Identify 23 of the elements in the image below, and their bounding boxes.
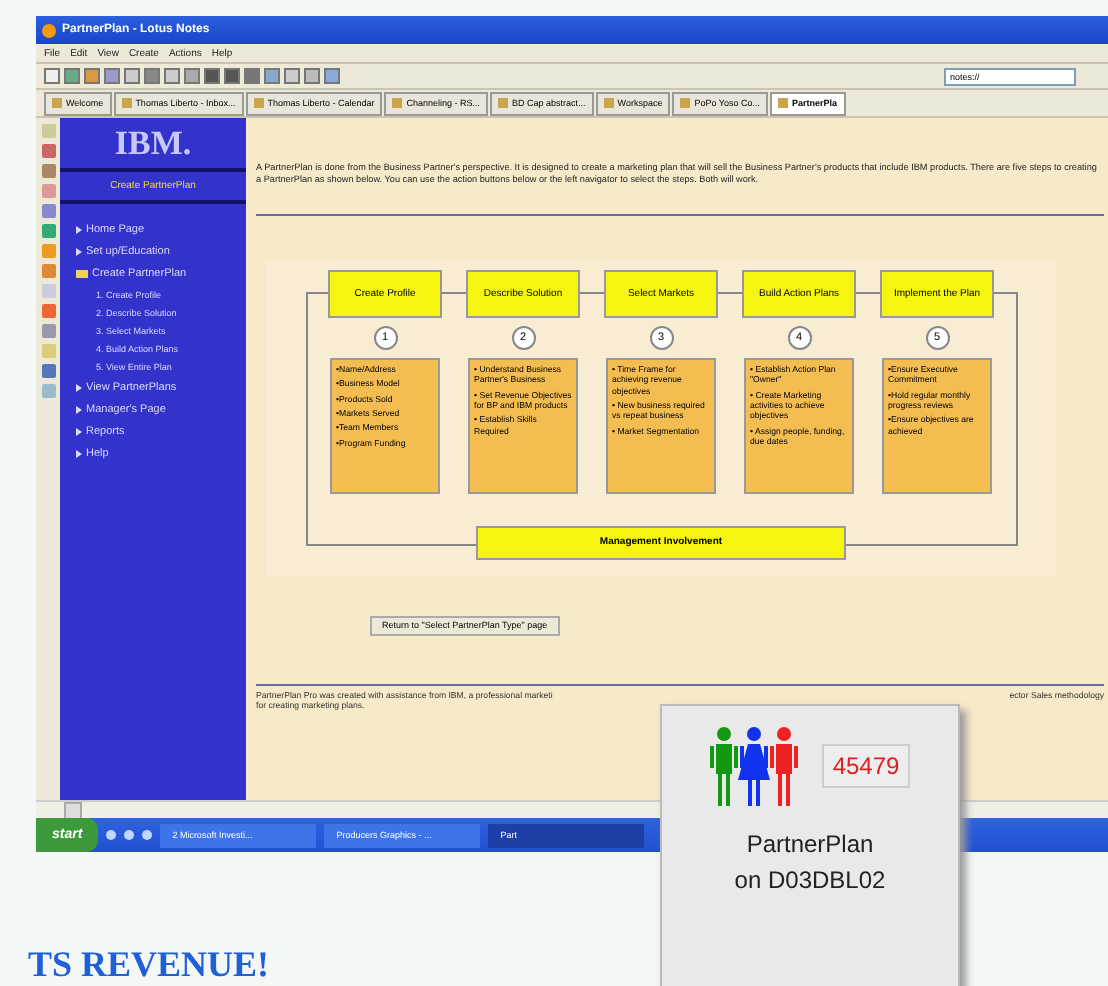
- tab-icon: [778, 98, 789, 108]
- tab-icon: [392, 98, 403, 108]
- tab-icon: [498, 98, 509, 108]
- chevron-icon: [76, 226, 82, 234]
- people-icon: [710, 726, 799, 806]
- chevron-icon: [76, 384, 82, 392]
- chevron-icon: [76, 428, 82, 436]
- tab-icon: [680, 98, 691, 108]
- tab-icon: [121, 98, 132, 108]
- app-icon: [42, 23, 56, 37]
- chevron-icon: [76, 248, 82, 256]
- popup-title: PartnerPlan: [746, 830, 874, 858]
- popup-subtitle: on D03DBL02: [734, 866, 886, 894]
- chevron-icon: [76, 406, 82, 414]
- slogan-text: TS REVENUE!: [28, 944, 270, 984]
- tab-icon: [603, 98, 614, 108]
- tab-icon: [253, 98, 264, 108]
- logo: IBM.: [112, 122, 194, 166]
- scroll-thumb[interactable]: [64, 801, 82, 819]
- tab-icon: [52, 98, 62, 108]
- count-field: 45479: [822, 744, 910, 788]
- chevron-icon: [76, 450, 82, 458]
- folder-icon: [76, 270, 88, 278]
